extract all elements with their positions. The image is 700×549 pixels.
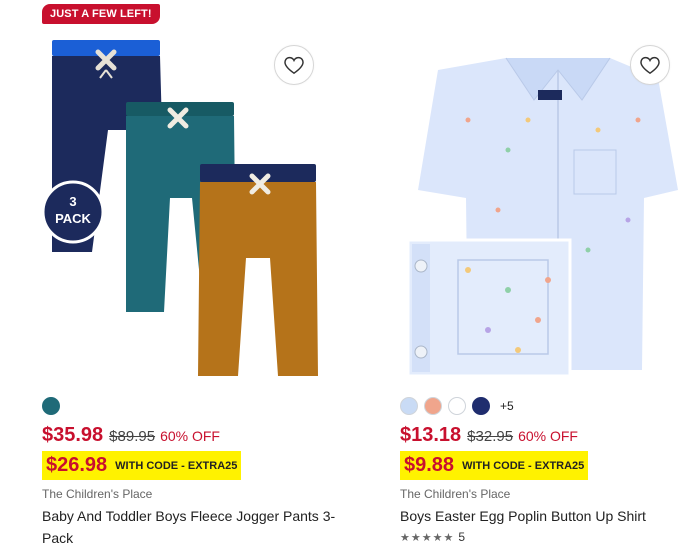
wishlist-button[interactable] bbox=[274, 45, 314, 85]
sale-price: $13.18 bbox=[400, 424, 462, 446]
promo-price-banner: $26.98 WITH CODE - EXTRA25 bbox=[42, 451, 242, 480]
wishlist-button[interactable] bbox=[630, 45, 670, 85]
low-stock-badge: JUST A FEW LEFT! bbox=[42, 4, 160, 24]
brand-name: The Children's Place bbox=[42, 487, 153, 501]
star-icon: ★ bbox=[432, 531, 443, 544]
heart-icon bbox=[640, 56, 660, 75]
product-name-link[interactable]: Boys Easter Egg Poplin Button Up Shirt bbox=[400, 505, 700, 527]
brand-name: The Children's Place bbox=[400, 487, 511, 501]
price-row: $13.18 $32.95 60% OFF bbox=[400, 424, 578, 447]
promo-price: $26.98 bbox=[46, 454, 108, 476]
promo-price: $9.88 bbox=[404, 454, 455, 476]
fabric-detail-inset bbox=[406, 238, 572, 378]
color-swatch[interactable] bbox=[42, 397, 60, 415]
heart-icon bbox=[284, 56, 304, 75]
star-rating[interactable]: ★ ★ ★ ★ ★ 5 bbox=[400, 530, 465, 544]
product-card-easter-shirt[interactable]: +5 $13.18 $32.95 60% OFF $9.88 WITH CODE… bbox=[398, 0, 700, 549]
product-name-link[interactable]: Baby And Toddler Boys Fleece Jogger Pant… bbox=[42, 505, 342, 549]
star-icon: ★ bbox=[443, 531, 454, 544]
product-image-jogger-pants[interactable]: 3 PACK bbox=[40, 30, 360, 390]
color-swatches: +5 bbox=[400, 397, 514, 415]
promo-code: WITH CODE - EXTRA25 bbox=[115, 459, 238, 472]
more-colors-link[interactable]: +5 bbox=[500, 399, 514, 413]
svg-text:3: 3 bbox=[69, 194, 76, 209]
color-swatch[interactable] bbox=[400, 397, 418, 415]
color-swatch[interactable] bbox=[448, 397, 466, 415]
brown-pants-illustration bbox=[198, 164, 318, 376]
star-icon: ★ bbox=[421, 531, 432, 544]
color-swatches bbox=[42, 397, 60, 415]
pack-count-badge: 3 PACK bbox=[41, 180, 105, 244]
original-price: $32.95 bbox=[467, 428, 514, 445]
sale-price: $35.98 bbox=[42, 424, 104, 446]
original-price: $89.95 bbox=[109, 428, 156, 445]
star-icon: ★ bbox=[410, 531, 421, 544]
discount-label: 60% OFF bbox=[160, 428, 220, 444]
color-swatch[interactable] bbox=[472, 397, 490, 415]
rating-count: 5 bbox=[458, 530, 466, 544]
price-row: $35.98 $89.95 60% OFF bbox=[42, 424, 220, 447]
promo-price-banner: $9.88 WITH CODE - EXTRA25 bbox=[400, 451, 589, 480]
star-icon: ★ bbox=[400, 531, 410, 544]
promo-code: WITH CODE - EXTRA25 bbox=[462, 459, 585, 472]
product-card-jogger-pants[interactable]: JUST A FEW LEFT! 3 PACK $35.98 $89.95 60… bbox=[40, 0, 360, 549]
color-swatch[interactable] bbox=[424, 397, 442, 415]
svg-text:PACK: PACK bbox=[55, 211, 91, 226]
discount-label: 60% OFF bbox=[518, 428, 578, 444]
